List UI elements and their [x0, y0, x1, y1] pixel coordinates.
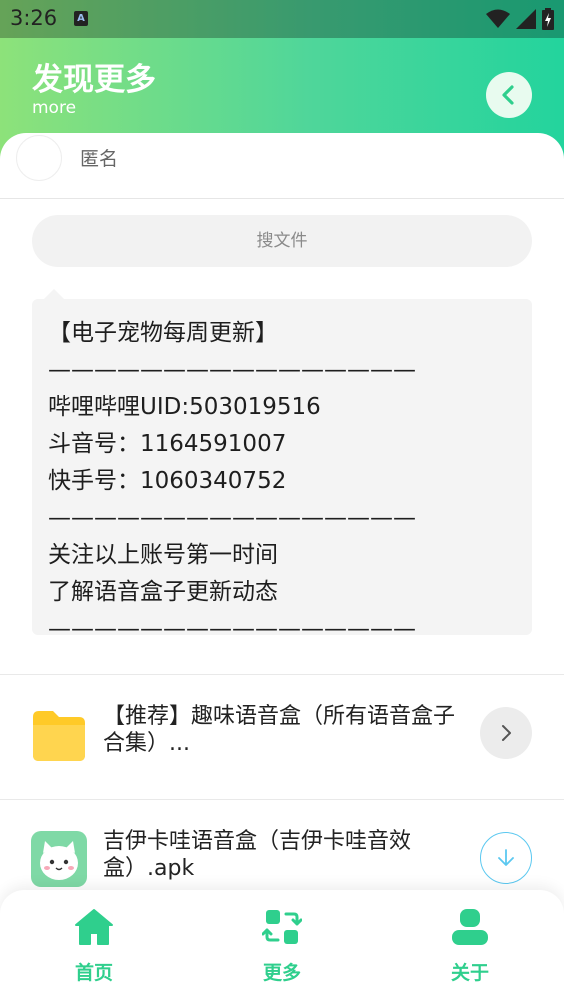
bottom-nav: 首页 更多 关于	[0, 890, 564, 1002]
search-input[interactable]: 搜文件	[32, 215, 532, 267]
notice-line: 了解语音盒子更新动态	[48, 579, 278, 605]
app-icon	[31, 831, 87, 887]
battery-icon	[542, 8, 554, 30]
swap-icon	[261, 910, 303, 944]
nav-label: 更多	[262, 962, 301, 984]
status-time: 3:26	[10, 6, 58, 30]
file-name: 【推荐】趣味语音盒（所有语音盒子合集）...	[103, 704, 456, 756]
avatar[interactable]	[16, 135, 62, 181]
notice-line: 【电子宠物每周更新】	[48, 320, 278, 346]
file-row-folder[interactable]: 【推荐】趣味语音盒（所有语音盒子合集）...	[0, 675, 564, 799]
user-row[interactable]: 匿名	[0, 133, 564, 199]
back-button[interactable]	[486, 72, 532, 118]
notice-box: 【电子宠物每周更新】 ———————————————— 哔哩哔哩UID:5030…	[32, 299, 532, 642]
user-name: 匿名	[80, 148, 119, 170]
chevron-left-icon	[502, 85, 514, 105]
signal-icon	[516, 9, 536, 29]
file-name: 吉伊卡哇语音盒（吉伊卡哇音效盒）.apk	[103, 829, 412, 881]
notice-line: 哔哩哔哩UID:503019516	[48, 394, 321, 420]
user-icon	[452, 909, 488, 945]
notification-icon: A	[74, 11, 88, 26]
status-icons	[486, 8, 554, 30]
notice-line: 快手号：1060340752	[48, 468, 287, 494]
nav-label: 首页	[74, 962, 113, 984]
download-button[interactable]	[480, 832, 532, 884]
chevron-right-icon	[502, 725, 511, 741]
notice-pointer	[44, 289, 64, 299]
download-icon	[498, 849, 514, 866]
notice-line: 关注以上账号第一时间	[48, 542, 278, 568]
content-card: 匿名 搜文件 【电子宠物每周更新】 ———————————————— 哔哩哔哩U…	[0, 133, 564, 913]
notice-line: 斗音号：1164591007	[48, 431, 287, 457]
page-subtitle: more	[32, 98, 77, 118]
notice-line: ————————————————	[48, 616, 416, 642]
nav-label: 关于	[450, 962, 489, 984]
nav-item-about[interactable]: 关于	[420, 908, 520, 985]
page-title: 发现更多	[32, 62, 156, 98]
notice-line: ————————————————	[48, 505, 416, 531]
open-button[interactable]	[480, 707, 532, 759]
notice-line: ————————————————	[48, 357, 416, 383]
home-icon	[75, 909, 113, 945]
folder-icon	[33, 711, 85, 761]
status-bar: 3:26 A	[0, 0, 564, 38]
nav-item-more[interactable]: 更多	[232, 908, 332, 985]
wifi-icon	[486, 9, 510, 28]
nav-item-home[interactable]: 首页	[44, 908, 144, 985]
